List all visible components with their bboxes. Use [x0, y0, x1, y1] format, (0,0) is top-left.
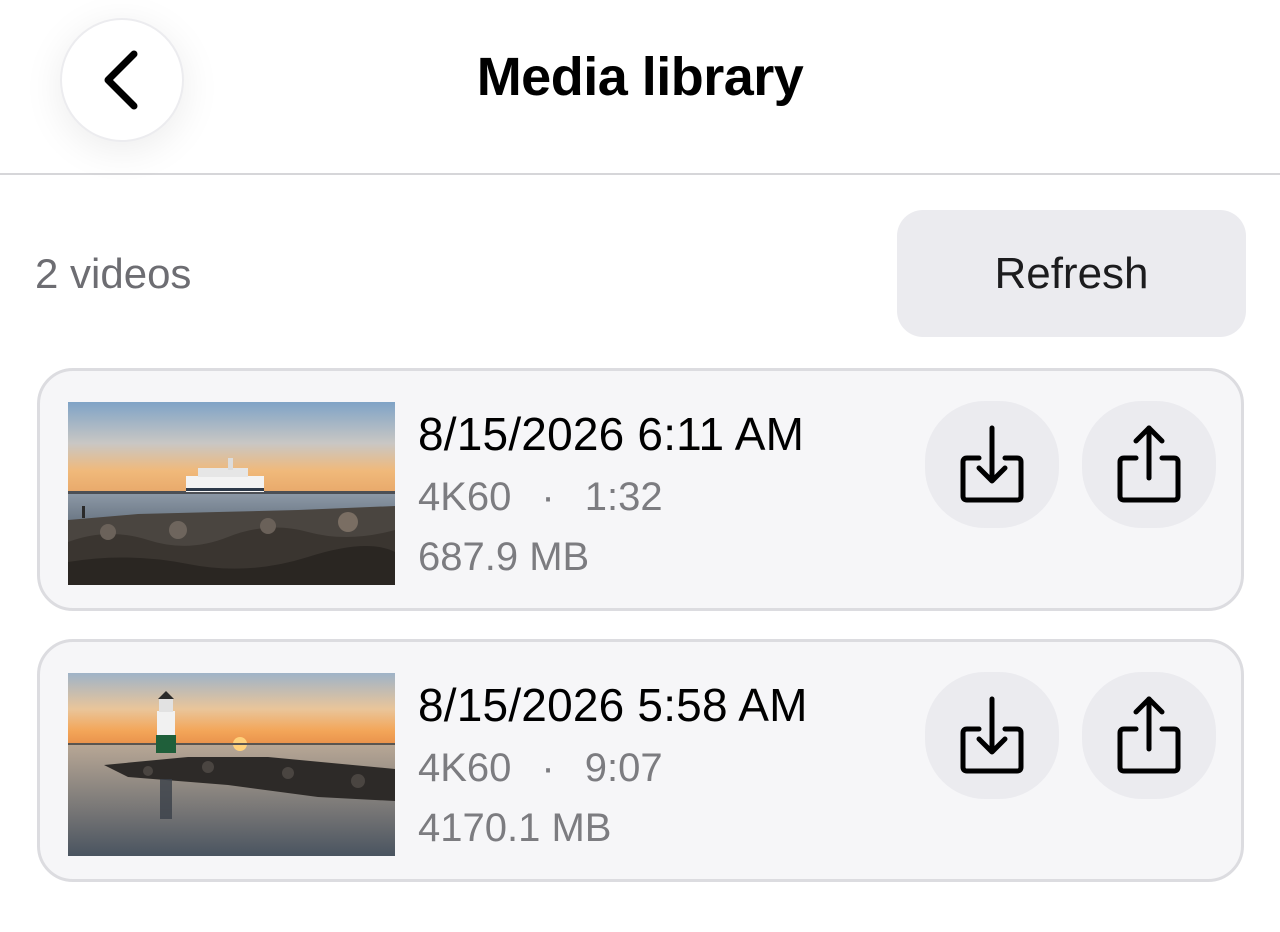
video-quality: 4K60 [418, 475, 512, 519]
download-button[interactable] [925, 672, 1059, 799]
ferry-thumbnail-image [68, 402, 395, 585]
video-date: 8/15/2026 5:58 AM [418, 679, 808, 731]
video-meta: 4K60 · 9:07 [418, 746, 663, 791]
video-quality: 4K60 [418, 746, 512, 790]
meta-separator: · [541, 475, 555, 519]
share-icon [1117, 696, 1181, 773]
video-duration: 1:32 [584, 475, 663, 519]
download-icon [960, 696, 1024, 773]
video-thumbnail[interactable] [68, 402, 395, 585]
video-thumbnail[interactable] [68, 673, 395, 856]
video-card[interactable]: 8/15/2026 6:11 AM 4K60 · 1:32 687.9 MB [37, 368, 1244, 611]
video-count: 2 videos [35, 250, 192, 297]
download-icon [960, 425, 1024, 502]
video-duration: 9:07 [584, 746, 663, 790]
share-icon [1117, 425, 1181, 502]
meta-separator: · [541, 746, 555, 790]
download-button[interactable] [925, 401, 1059, 528]
lighthouse-thumbnail-image [68, 673, 395, 856]
video-meta: 4K60 · 1:32 [418, 475, 663, 520]
nav-header: Media library [0, 0, 1280, 175]
media-library-screen: Media library 2 videos Refresh 8/15/2026… [0, 0, 1280, 932]
video-size: 4170.1 MB [418, 806, 612, 850]
share-button[interactable] [1082, 401, 1216, 528]
refresh-button[interactable]: Refresh [897, 210, 1246, 337]
page-title: Media library [476, 47, 804, 107]
share-button[interactable] [1082, 672, 1216, 799]
video-size: 687.9 MB [418, 535, 590, 579]
video-date: 8/15/2026 6:11 AM [418, 408, 805, 460]
video-card[interactable]: 8/15/2026 5:58 AM 4K60 · 9:07 4170.1 MB [37, 639, 1244, 882]
